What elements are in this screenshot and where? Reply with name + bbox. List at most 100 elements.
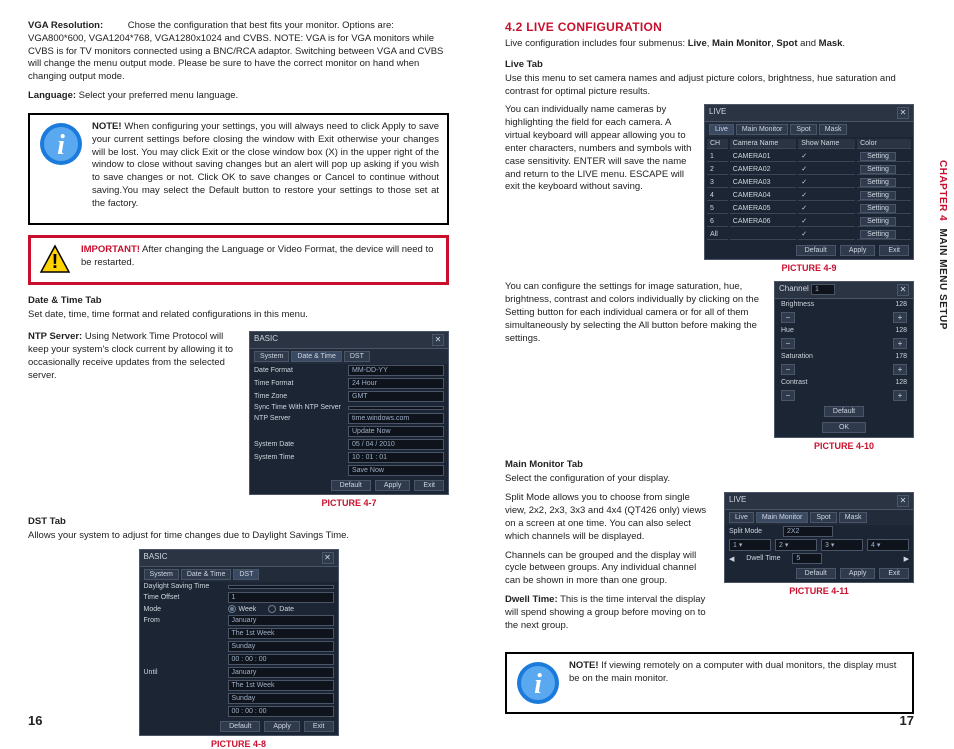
field-value[interactable]: 00 : 00 : 00 (228, 654, 334, 665)
camera-name-cell[interactable]: CAMERA01 (730, 151, 796, 162)
default-button[interactable]: Default (796, 245, 836, 256)
tab-spot[interactable]: Spot (810, 512, 836, 523)
camera-name-cell[interactable]: CAMERA05 (730, 203, 796, 214)
tab-system[interactable]: System (254, 351, 289, 362)
field-value[interactable]: The 1st Week (228, 628, 334, 639)
ui411-title: LIVE (729, 495, 746, 507)
field-value[interactable]: 05 / 04 / 2010 (348, 439, 444, 450)
minus-button[interactable]: − (781, 312, 795, 323)
field-value[interactable]: 24 Hour (348, 378, 444, 389)
camera-name-cell[interactable]: CAMERA06 (730, 216, 796, 227)
close-icon[interactable]: ✕ (897, 107, 909, 119)
close-icon[interactable]: ✕ (322, 552, 334, 564)
field-value[interactable]: 1 (228, 592, 334, 603)
minus-button[interactable]: − (781, 364, 795, 375)
form-row: NTP Servertime.windows.com (250, 412, 448, 425)
plus-button[interactable]: + (893, 364, 907, 375)
field-value[interactable]: Sunday (228, 693, 334, 704)
show-name-checkbox[interactable]: ✓ (798, 164, 855, 175)
important-text: IMPORTANT! After changing the Language o… (81, 244, 438, 270)
tab-mask[interactable]: Mask (819, 124, 848, 135)
show-name-checkbox[interactable]: ✓ (798, 190, 855, 201)
field-value[interactable]: time.windows.com (348, 413, 444, 424)
show-name-checkbox[interactable]: ✓ (798, 216, 855, 227)
default-button[interactable]: Default (824, 406, 864, 417)
setting-button[interactable]: Setting (857, 190, 911, 201)
channel-select[interactable]: 1 (811, 284, 835, 295)
setting-button[interactable]: Setting (857, 216, 911, 227)
tab-spot[interactable]: Spot (790, 124, 816, 135)
field-value[interactable] (228, 585, 334, 589)
tab-mainmonitor[interactable]: Main Monitor (736, 124, 788, 135)
mm-body: Select the configuration of your display… (505, 473, 914, 486)
setting-button[interactable]: Setting (857, 229, 911, 240)
field-value[interactable]: 00 : 00 : 00 (228, 706, 334, 717)
channel-select[interactable]: 1 ▾ (729, 539, 771, 551)
tab-dst[interactable]: DST (233, 569, 259, 580)
apply-button[interactable]: Apply (840, 245, 876, 256)
field-value[interactable]: MM-DD-YY (348, 365, 444, 376)
show-name-checkbox[interactable]: ✓ (798, 229, 855, 240)
exit-button[interactable]: Exit (879, 568, 909, 579)
tab-live[interactable]: Live (729, 512, 754, 523)
dwell-para: Dwell Time: This is the time interval th… (505, 594, 712, 632)
field-value[interactable]: Sunday (228, 641, 334, 652)
plus-button[interactable]: + (893, 338, 907, 349)
plus-button[interactable]: + (893, 390, 907, 401)
camera-name-cell[interactable]: CAMERA02 (730, 164, 796, 175)
close-icon[interactable]: ✕ (897, 495, 909, 507)
tab-datetime[interactable]: Date & Time (181, 569, 232, 580)
slider-value: 128 (895, 327, 907, 334)
apply-button[interactable]: Apply (375, 480, 411, 491)
close-icon[interactable]: ✕ (897, 284, 909, 296)
camera-name-cell[interactable]: CAMERA04 (730, 190, 796, 201)
prev-icon[interactable]: ◀ (729, 555, 734, 563)
minus-button[interactable]: − (781, 390, 795, 401)
setting-button[interactable]: Setting (857, 177, 911, 188)
tab-system[interactable]: System (144, 569, 179, 580)
default-button[interactable]: Default (796, 568, 836, 579)
channel-select[interactable]: 4 ▾ (867, 539, 909, 551)
page-left: VGA Resolution: Chose the configuration … (0, 0, 477, 738)
field-value[interactable]: January (228, 615, 334, 626)
dwelltime-select[interactable]: 5 (792, 553, 822, 564)
tab-mainmonitor[interactable]: Main Monitor (756, 512, 808, 523)
apply-button[interactable]: Apply (840, 568, 876, 579)
field-value[interactable]: January (228, 667, 334, 678)
exit-button[interactable]: Exit (414, 480, 444, 491)
tab-live[interactable]: Live (709, 124, 734, 135)
radio-date[interactable]: Date (268, 605, 294, 613)
radio-week[interactable]: Week (228, 605, 257, 613)
channel-select[interactable]: 2 ▾ (775, 539, 817, 551)
setting-button[interactable]: Setting (857, 151, 911, 162)
ok-button[interactable]: OK (822, 422, 866, 433)
default-button[interactable]: Default (220, 721, 260, 732)
show-name-checkbox[interactable]: ✓ (798, 203, 855, 214)
apply-button[interactable]: Apply (264, 721, 300, 732)
field-value[interactable]: Save Now (348, 465, 444, 476)
camera-name-cell[interactable] (730, 229, 796, 240)
tab-dst[interactable]: DST (344, 351, 370, 362)
field-value[interactable]: 10 : 01 : 01 (348, 452, 444, 463)
minus-button[interactable]: − (781, 338, 795, 349)
field-value[interactable]: The 1st Week (228, 680, 334, 691)
exit-button[interactable]: Exit (879, 245, 909, 256)
default-button[interactable]: Default (331, 480, 371, 491)
exit-button[interactable]: Exit (304, 721, 334, 732)
plus-button[interactable]: + (893, 312, 907, 323)
close-icon[interactable]: ✕ (432, 334, 444, 346)
show-name-checkbox[interactable]: ✓ (798, 151, 855, 162)
ch-cell: 5 (707, 203, 728, 214)
splitmode-select[interactable]: 2X2 (783, 526, 833, 537)
field-value[interactable]: GMT (348, 391, 444, 402)
tab-datetime[interactable]: Date & Time (291, 351, 342, 362)
field-value[interactable] (348, 406, 444, 410)
field-value[interactable]: Update Now (348, 426, 444, 437)
channel-select[interactable]: 3 ▾ (821, 539, 863, 551)
tab-mask[interactable]: Mask (839, 512, 868, 523)
next-icon[interactable]: ▶ (904, 555, 909, 563)
camera-name-cell[interactable]: CAMERA03 (730, 177, 796, 188)
setting-button[interactable]: Setting (857, 203, 911, 214)
setting-button[interactable]: Setting (857, 164, 911, 175)
show-name-checkbox[interactable]: ✓ (798, 177, 855, 188)
